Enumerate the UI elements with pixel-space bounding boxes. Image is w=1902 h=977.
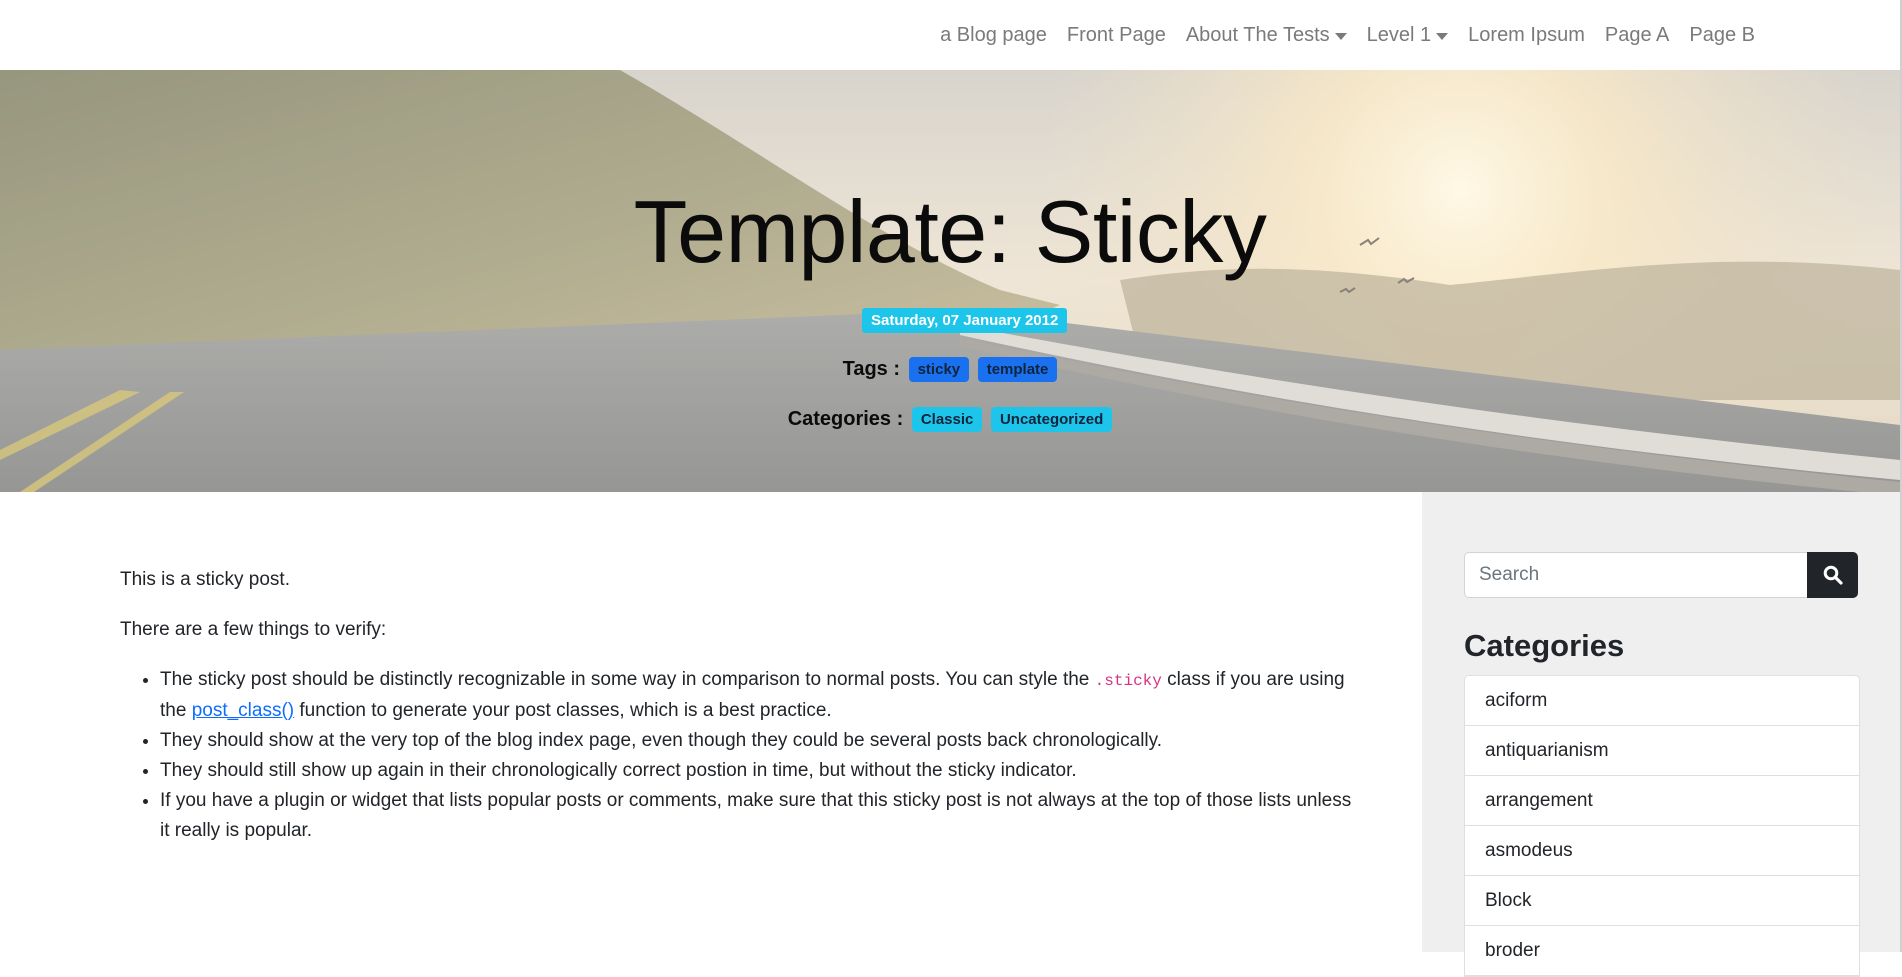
post-categories-row: Categories : Classic Uncategorized [0,407,1900,432]
search-input[interactable] [1464,552,1808,598]
post-intro: This is a sticky post. [120,569,290,590]
post-content: This is a sticky post. There are a few t… [120,565,1360,846]
nav-menu: a Blog page Front Page About The Tests L… [930,0,1765,70]
category-item[interactable]: arrangement [1465,776,1859,826]
category-item[interactable]: Block [1465,876,1859,926]
text: The sticky post should be distinctly rec… [160,669,1095,690]
inline-code-sticky: .sticky [1094,672,1162,690]
search-icon [1823,565,1843,585]
category-badge-classic[interactable]: Classic [911,407,983,432]
tags-label: Tags : [842,358,901,380]
list-item: They should show at the very top of the … [160,726,1360,756]
nav-item-label: a Blog page [940,23,1047,46]
nav-item-blog-page[interactable]: a Blog page [930,24,1057,47]
search-form [1464,552,1858,598]
nav-item-lorem-ipsum[interactable]: Lorem Ipsum [1458,24,1595,47]
text: function to generate your post classes, … [294,700,832,721]
nav-item-label: Level 1 [1366,23,1432,46]
nav-item-label: Lorem Ipsum [1468,23,1585,46]
list-item: They should still show up again in their… [160,756,1360,786]
category-item[interactable]: aciform [1465,676,1859,726]
category-badge-uncategorized[interactable]: Uncategorized [990,407,1113,432]
tag-badge-template[interactable]: template [977,357,1058,382]
nav-item-label: Page A [1604,23,1670,46]
caret-down-icon [1334,32,1347,40]
categories-label: Categories : [787,408,904,430]
nav-item-about-the-tests[interactable]: About The Tests [1176,24,1357,47]
search-button[interactable] [1807,552,1858,598]
post-title: Template: Sticky [633,182,1267,281]
nav-item-level-1[interactable]: Level 1 [1357,24,1459,47]
sidebar: Categories aciform antiquarianism arrang… [1422,492,1900,977]
post-date-badge: Saturday, 07 January 2012 [862,308,1068,333]
caret-down-icon [1436,32,1449,40]
hero-banner: Template: Sticky Saturday, 07 January 20… [0,70,1900,492]
post-tags-row: Tags : sticky template [0,357,1900,382]
nav-item-label: About The Tests [1185,23,1330,46]
category-item[interactable]: asmodeus [1465,826,1859,876]
post-checklist: The sticky post should be distinctly rec… [120,665,1360,846]
nav-item-page-a[interactable]: Page A [1595,24,1680,47]
post-class-link[interactable]: post_class() [192,700,294,721]
post-lead: There are a few things to verify: [120,619,387,640]
nav-item-page-b[interactable]: Page B [1679,24,1765,47]
tag-badge-sticky[interactable]: sticky [908,357,970,382]
list-item: The sticky post should be distinctly rec… [160,665,1360,726]
nav-item-label: Front Page [1066,23,1166,46]
categories-heading: Categories [1464,628,1625,663]
categories-list: aciform antiquarianism arrangement asmod… [1464,675,1860,977]
nav-item-front-page[interactable]: Front Page [1057,24,1176,47]
nav-item-label: Page B [1689,23,1755,46]
top-navbar: a Blog page Front Page About The Tests L… [0,0,1900,71]
category-item[interactable]: antiquarianism [1465,726,1859,776]
list-item: If you have a plugin or widget that list… [160,786,1360,846]
category-item[interactable]: broder [1465,926,1859,976]
